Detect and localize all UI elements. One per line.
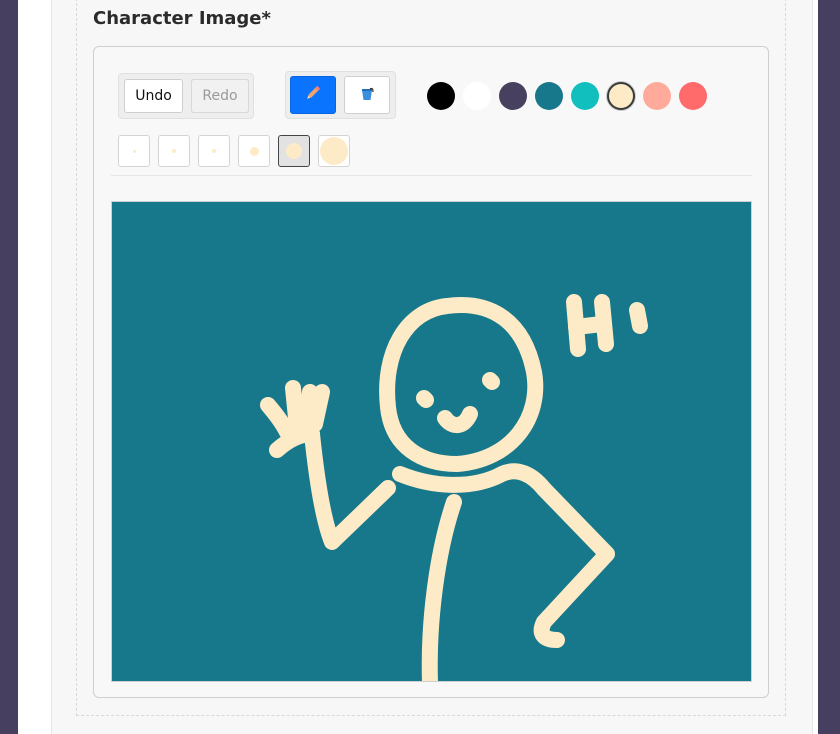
finger-3-stroke — [307, 384, 330, 432]
history-button-group: Undo Redo — [118, 73, 254, 119]
brush-size-m[interactable] — [198, 135, 230, 167]
paint-bucket-icon — [358, 84, 376, 106]
brush-size-dot — [320, 137, 348, 165]
color-swatch-salmon[interactable] — [643, 82, 671, 110]
form-panel: Character Image* Undo Redo — [51, 0, 813, 734]
color-swatch-black[interactable] — [427, 82, 455, 110]
brush-size-dot — [249, 146, 259, 156]
drawing-canvas-surface[interactable] — [112, 202, 752, 682]
drawing-canvas[interactable] — [111, 201, 752, 682]
brush-size-s[interactable] — [158, 135, 190, 167]
letter-i-stroke — [629, 302, 648, 334]
undo-button[interactable]: Undo — [124, 79, 183, 113]
redo-button[interactable]: Redo — [191, 79, 249, 113]
brush-size-xl[interactable] — [278, 135, 310, 167]
character-image-label: Character Image* — [93, 8, 271, 29]
brush-size-dot — [172, 149, 176, 153]
brush-size-xxl[interactable] — [318, 135, 350, 167]
color-swatch-cream[interactable] — [607, 82, 635, 110]
color-swatch-white[interactable] — [463, 82, 491, 110]
right-eye-stroke — [482, 372, 500, 390]
toolbar-divider — [111, 175, 752, 176]
pencil-icon — [304, 84, 322, 106]
brush-size-dot — [212, 149, 216, 153]
brush-size-l[interactable] — [238, 135, 270, 167]
drawing-editor: Undo Redo — [93, 46, 769, 698]
fill-tool-button[interactable] — [344, 76, 390, 114]
tool-button-group — [285, 71, 396, 119]
brush-size-dot — [132, 149, 136, 153]
pencil-tool-button[interactable] — [290, 76, 336, 114]
color-swatch-teal[interactable] — [535, 82, 563, 110]
color-swatch-cyan[interactable] — [571, 82, 599, 110]
color-swatch-dark-purple[interactable] — [499, 82, 527, 110]
finger-1-stroke — [285, 380, 305, 436]
page-background: Character Image* Undo Redo — [18, 0, 818, 734]
color-swatch-coral[interactable] — [679, 82, 707, 110]
brush-size-dot — [286, 143, 302, 159]
brush-size-xs[interactable] — [118, 135, 150, 167]
left-eye-stroke — [416, 390, 434, 408]
letter-h-bar-stroke — [568, 316, 610, 335]
